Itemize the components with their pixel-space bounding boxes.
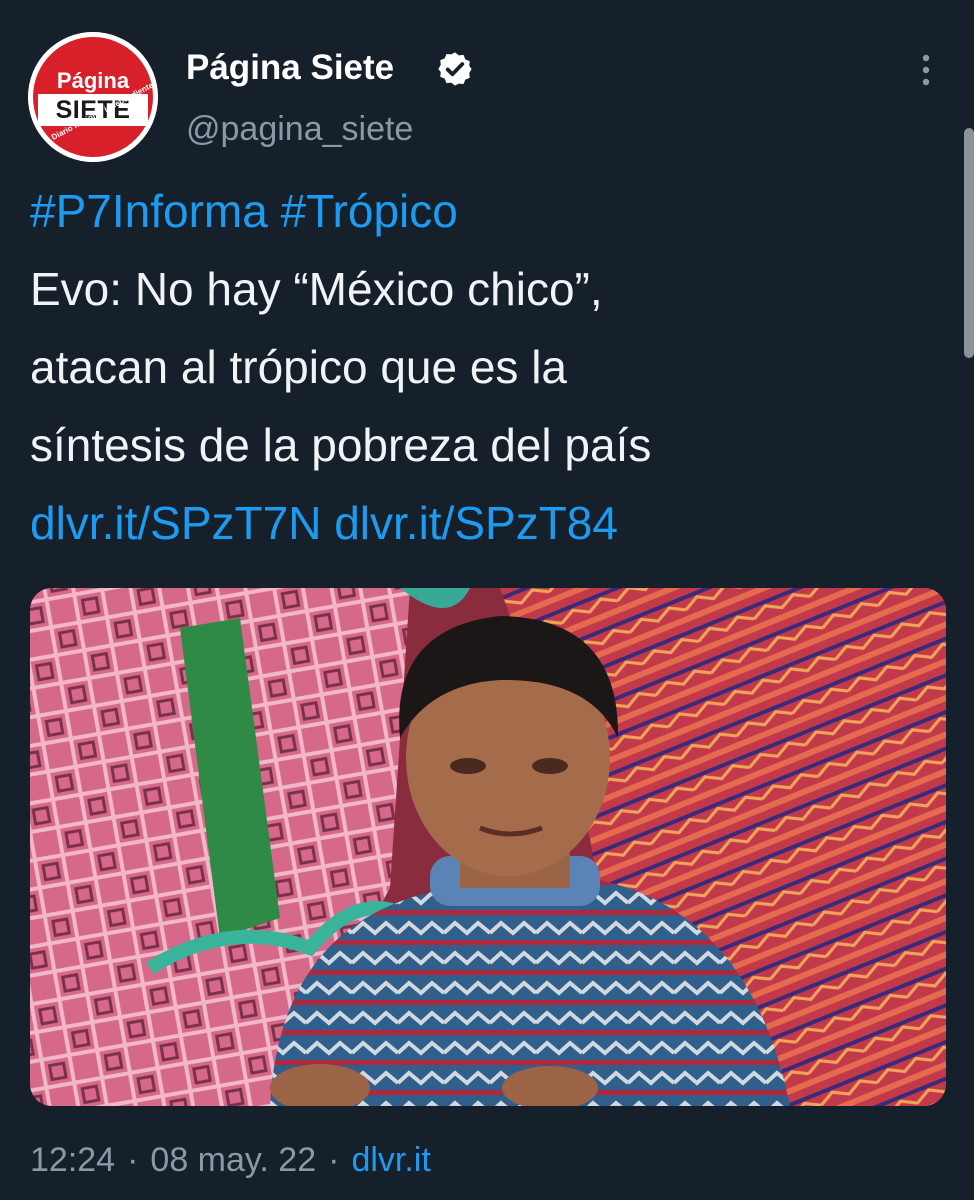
tweet-text-line: Evo: No hay “México chico”, <box>30 263 603 315</box>
tweet-date[interactable]: 08 may. 22 <box>150 1141 316 1179</box>
scrollbar[interactable] <box>964 128 974 358</box>
more-options-icon[interactable] <box>914 50 938 90</box>
tweet-text-line: atacan al trópico que es la <box>30 341 568 393</box>
tweet-meta: 12:24 · 08 may. 22 · dlvr.it <box>30 1136 431 1184</box>
tweet: Página SIETE Diario nacional independien… <box>0 0 974 1200</box>
verified-badge-icon <box>438 52 472 86</box>
separator-dot: · <box>127 1141 139 1179</box>
links-line: dlvr.it/SPzT7N dlvr.it/SPzT84 <box>30 484 950 562</box>
tweet-text-line: síntesis de la pobreza del país <box>30 419 652 471</box>
url-link[interactable]: dlvr.it/SPzT84 <box>334 497 618 549</box>
hashtag-link[interactable]: #Trópico <box>281 185 458 237</box>
author-handle[interactable]: @pagina_siete <box>186 108 413 150</box>
tweet-time[interactable]: 12:24 <box>30 1141 115 1179</box>
hashtag-link[interactable]: #P7Informa <box>30 185 268 237</box>
author-display-name[interactable]: Página Siete <box>186 46 394 90</box>
tweet-source-link[interactable]: dlvr.it <box>351 1141 430 1179</box>
separator-dot: · <box>328 1141 340 1179</box>
tweet-media-photo[interactable] <box>30 588 946 1106</box>
author-avatar[interactable]: Página SIETE Diario nacional independien… <box>28 32 158 162</box>
tweet-text: #P7Informa #Trópico Evo: No hay “México … <box>30 172 950 562</box>
url-link[interactable]: dlvr.it/SPzT7N <box>30 497 321 549</box>
hashtag-line: #P7Informa #Trópico <box>30 172 950 250</box>
media-photo-illustration <box>30 588 946 1106</box>
